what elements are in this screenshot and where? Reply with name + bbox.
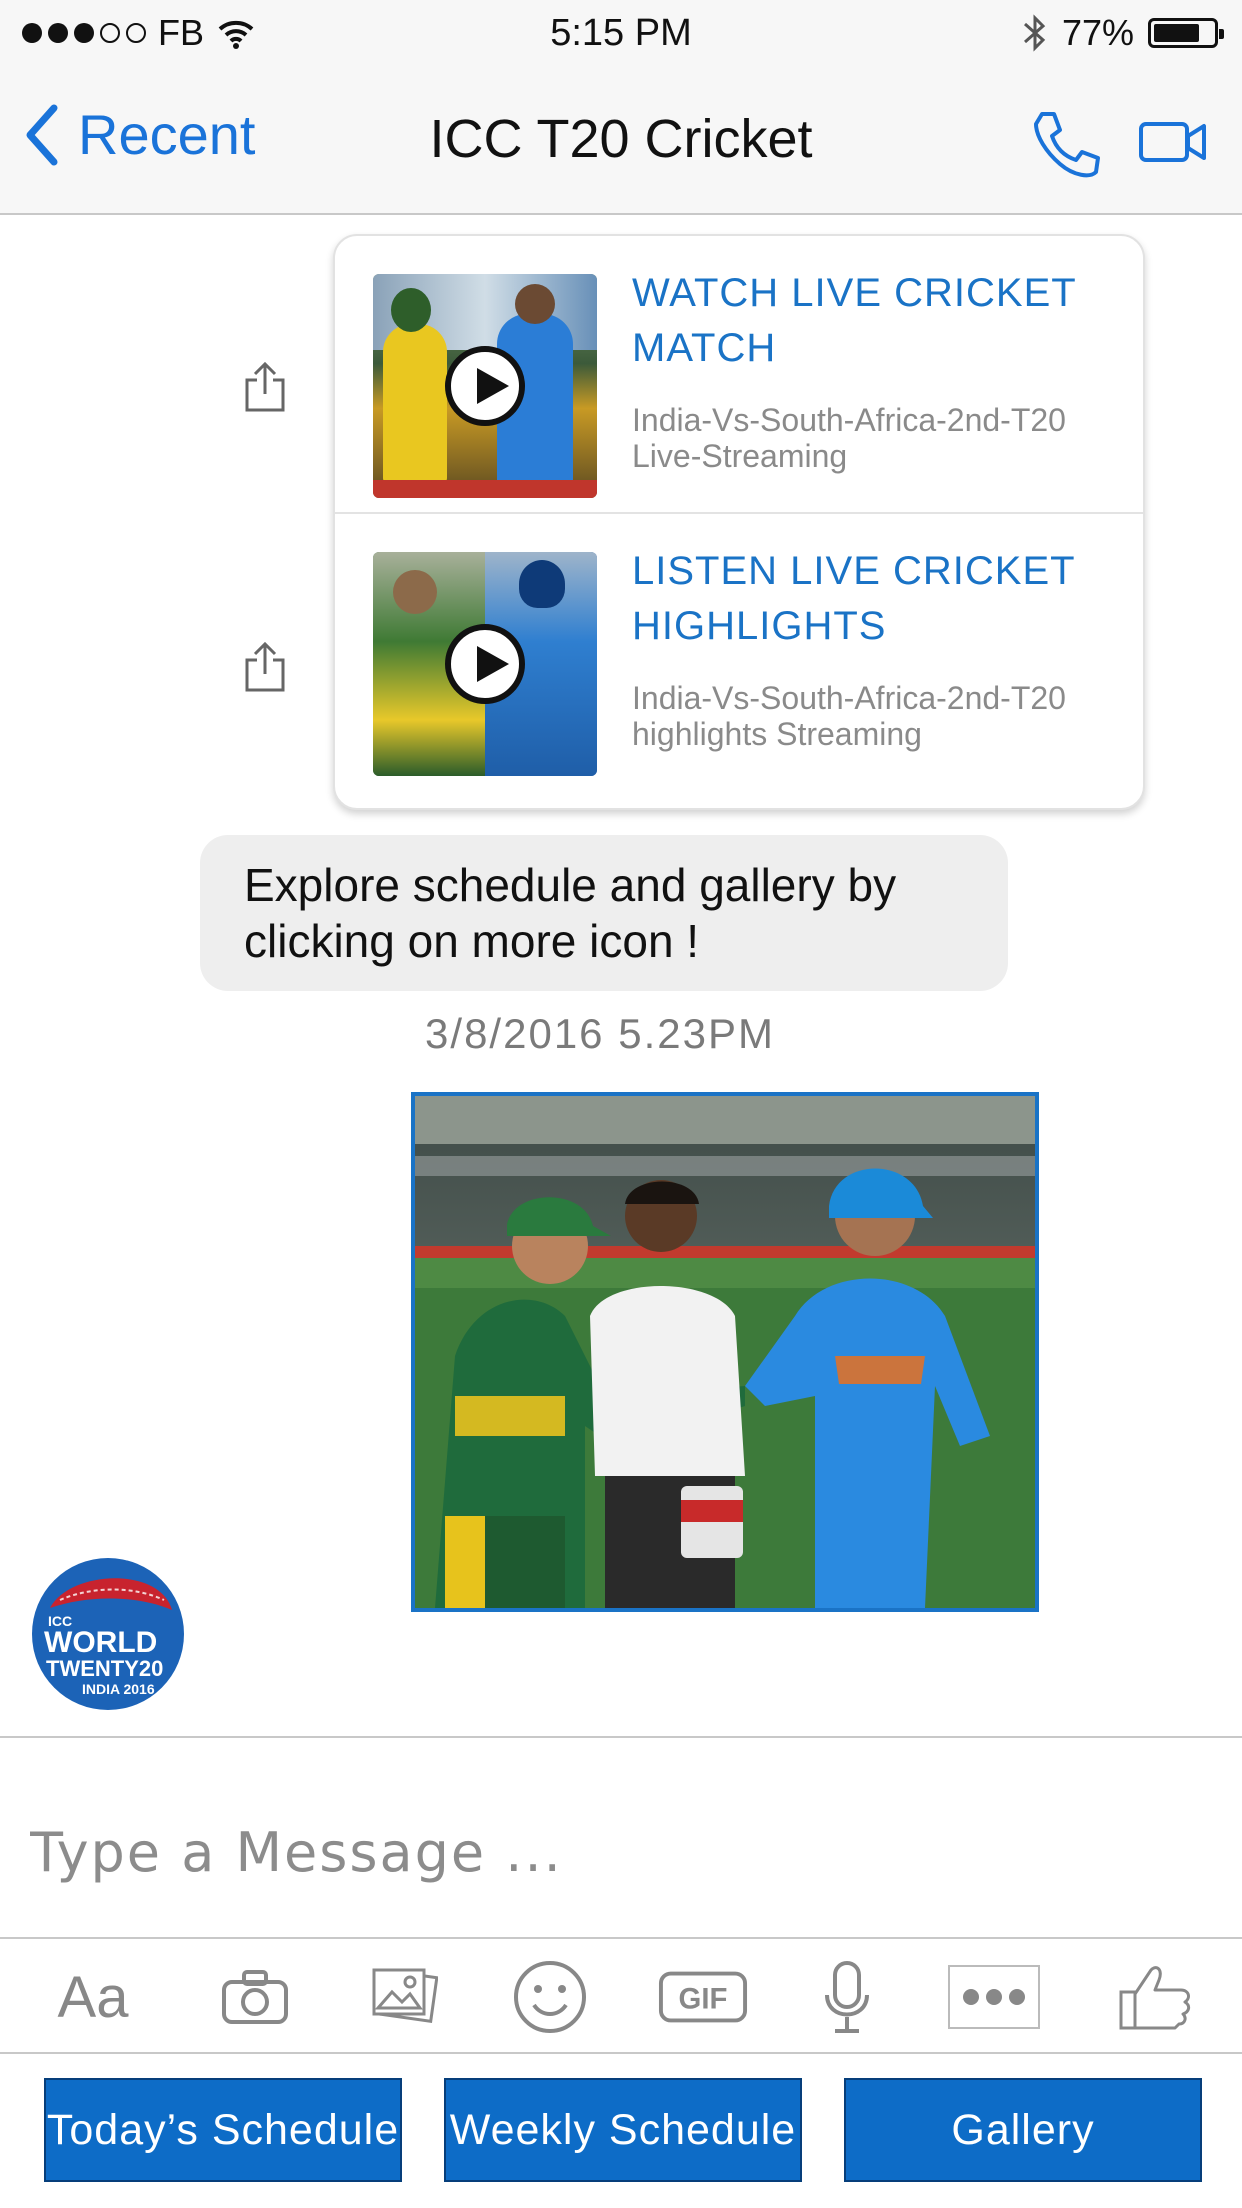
photos-icon[interactable]: [358, 1959, 448, 2035]
microphone-icon[interactable]: [802, 1959, 892, 2035]
battery-icon: [1148, 18, 1224, 48]
video-thumbnail[interactable]: [373, 552, 597, 776]
logo-text-india-2016: INDIA 2016: [82, 1681, 155, 1697]
play-icon[interactable]: [445, 624, 525, 704]
weekly-schedule-button[interactable]: Weekly Schedule: [444, 2078, 802, 2182]
logo-badge-icon: ICC WORLD TWENTY20 INDIA 2016: [32, 1558, 184, 1710]
composer-toolbar: Aa GIF: [0, 1937, 1242, 2054]
logo-text-world: WORLD: [44, 1626, 157, 1659]
message-input[interactable]: [30, 1738, 1210, 1952]
shared-photo[interactable]: [411, 1092, 1039, 1612]
navigation-bar: Recent ICC T20 Cricket: [0, 70, 1242, 215]
gif-label: GIF: [679, 1983, 728, 2016]
todays-schedule-button[interactable]: Today’s Schedule: [44, 2078, 402, 2182]
battery-percent: 77%: [1061, 12, 1134, 53]
card-subtitle: India-Vs-South-Africa-2nd-T20 Live-Strea…: [632, 402, 1066, 474]
emoji-icon[interactable]: [505, 1959, 595, 2035]
play-icon[interactable]: [445, 346, 525, 426]
logo-text-twenty20: TWENTY20: [46, 1656, 163, 1681]
more-icon[interactable]: [948, 1965, 1040, 2029]
phone-icon[interactable]: [1030, 108, 1102, 180]
thumbs-up-icon[interactable]: [1110, 1959, 1200, 2035]
status-right-group: 77%: [1022, 12, 1224, 54]
message-timestamp: 3/8/2016 5.23PM: [425, 1010, 775, 1057]
gif-icon[interactable]: GIF: [658, 1959, 748, 2035]
text-format-icon[interactable]: Aa: [48, 1959, 138, 2035]
bluetooth-icon: [1023, 14, 1046, 52]
video-camera-icon[interactable]: [1138, 118, 1208, 166]
media-card-list: WATCH LIVE CRICKET MATCH India-Vs-South-…: [333, 234, 1145, 810]
camera-icon[interactable]: [210, 1959, 300, 2035]
message-bubble: Explore schedule and gallery by clicking…: [200, 835, 1008, 991]
video-thumbnail[interactable]: [373, 274, 597, 498]
card-title[interactable]: WATCH LIVE CRICKET MATCH: [632, 266, 1112, 376]
gallery-button[interactable]: Gallery: [844, 2078, 1202, 2182]
photo-illustration: [415, 1096, 1035, 1608]
media-card-listen-highlights[interactable]: LISTEN LIVE CRICKET HIGHLIGHTS India-Vs-…: [335, 512, 1143, 808]
card-title[interactable]: LISTEN LIVE CRICKET HIGHLIGHTS: [632, 544, 1112, 654]
media-card-watch-live[interactable]: WATCH LIVE CRICKET MATCH India-Vs-South-…: [335, 236, 1143, 512]
card-subtitle: India-Vs-South-Africa-2nd-T20 highlights…: [632, 680, 1066, 752]
icc-world-twenty20-logo[interactable]: ICC WORLD TWENTY20 INDIA 2016: [30, 1556, 186, 1712]
share-icon[interactable]: [243, 640, 287, 694]
share-icon[interactable]: [243, 360, 287, 414]
status-bar: FB 5:15 PM 77%: [0, 0, 1242, 70]
